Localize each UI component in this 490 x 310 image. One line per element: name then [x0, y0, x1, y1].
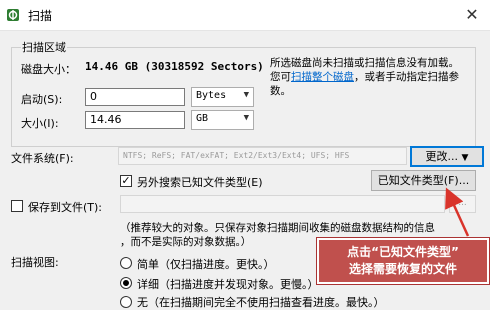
close-icon[interactable]: ✕: [460, 3, 484, 27]
chevron-down-icon: ▼: [243, 90, 249, 100]
change-button-label: 更改...: [425, 150, 459, 163]
scan-view-simple-label: 简单（仅扫描进度。更快。）: [137, 258, 275, 271]
scan-app-icon: [7, 9, 19, 21]
size-unit-value: GB: [196, 113, 209, 124]
extra-search-label: 另外搜索已知文件类型(E): [137, 176, 263, 189]
scan-view-simple-radio[interactable]: [120, 257, 132, 269]
window-title: 扫描: [28, 9, 53, 23]
scan-view-none-label: 无（在扫描期间完全不使用扫描查看进度。最快。）: [137, 296, 385, 309]
change-filesystem-button[interactable]: 更改... ▼: [410, 146, 484, 167]
save-path-input[interactable]: [120, 195, 445, 213]
scan-area-title: 扫描区域: [21, 39, 67, 55]
callout-line2: 选择需要恢复的文件: [348, 262, 457, 276]
start-label: 启动(S):: [21, 93, 63, 106]
save-hint-line2: ，而不是实际的对象数据。）: [120, 236, 252, 248]
chevron-down-icon: ▼: [243, 113, 249, 123]
browse-button[interactable]: ...: [449, 195, 476, 213]
scan-view-detailed-radio[interactable]: [120, 277, 132, 289]
scan-view-none-radio[interactable]: [120, 296, 132, 308]
extra-search-checkbox[interactable]: ✓: [120, 175, 132, 187]
scan-whole-disk-link[interactable]: 扫描整个磁盘: [291, 71, 354, 83]
title-bar: 扫描 ✕: [0, 0, 490, 31]
scan-info-line1: 所选磁盘尚未扫描或扫描信息没有加载。: [270, 57, 459, 69]
scan-view-label: 扫描视图:: [11, 256, 59, 269]
size-input[interactable]: 14.46: [85, 111, 185, 129]
scan-view-detailed-label: 详细（扫描进度并发现对象。更慢。）: [137, 278, 319, 291]
start-input[interactable]: 0: [85, 88, 185, 106]
scan-info-line3: 数。: [270, 85, 291, 97]
filesystem-field: NTFS; ReFS; FAT/exFAT; Ext2/Ext3/Ext4; U…: [118, 147, 407, 165]
start-unit-value: Bytes: [196, 90, 227, 101]
annotation-callout: 点击“已知文件类型” 选择需要恢复的文件: [317, 238, 489, 284]
disk-size-value: 14.46 GB (30318592 Sectors): [85, 60, 264, 73]
save-hint-line1: （推荐较大的对象。只保存对象扫描期间收集的磁盘数据结构的信息: [120, 222, 435, 234]
start-unit-select[interactable]: Bytes ▼: [191, 87, 254, 107]
disk-size-label: 磁盘大小：: [21, 63, 76, 76]
save-to-file-label: 保存到文件(T):: [28, 201, 103, 214]
known-file-types-button[interactable]: 已知文件类型(F)...: [371, 170, 476, 191]
size-unit-select[interactable]: GB ▼: [191, 110, 254, 130]
scan-info-line2: 您可扫描整个磁盘，或者手动指定扫描参: [270, 71, 459, 83]
callout-line1: 点击“已知文件类型”: [347, 245, 459, 259]
save-to-file-checkbox[interactable]: [11, 200, 23, 212]
size-label: 大小(I):: [21, 117, 59, 130]
filesystem-label: 文件系统(F):: [11, 152, 74, 165]
chevron-down-icon: ▼: [461, 153, 469, 163]
